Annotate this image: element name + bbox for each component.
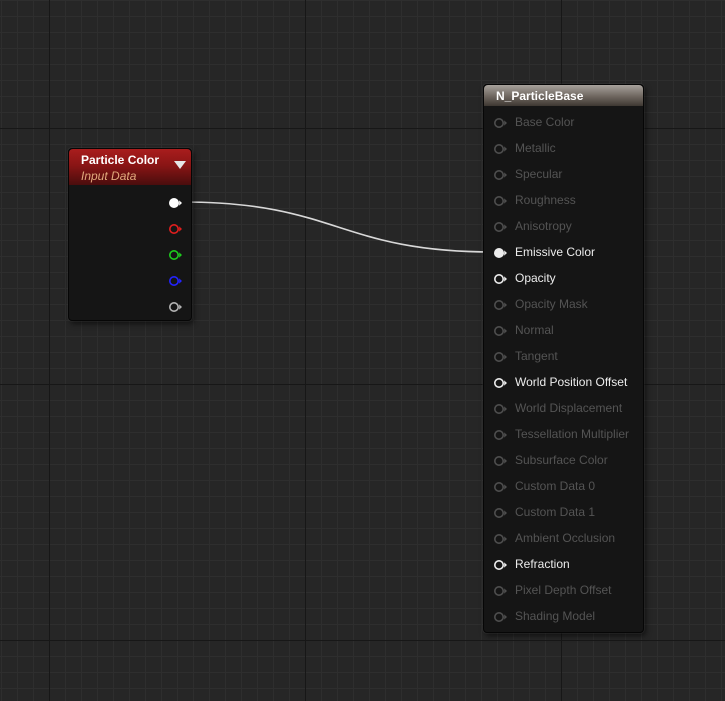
input-pin-custom-data-0[interactable]: Custom Data 0 bbox=[484, 477, 595, 495]
input-pin-shading-model[interactable]: Shading Model bbox=[484, 607, 595, 625]
pin-icon[interactable] bbox=[493, 220, 509, 232]
pin-icon[interactable] bbox=[493, 376, 509, 388]
pin-icon[interactable] bbox=[493, 194, 509, 206]
pin-label: Opacity bbox=[515, 271, 556, 285]
input-pin-specular[interactable]: Specular bbox=[484, 165, 562, 183]
pin-icon[interactable] bbox=[493, 350, 509, 362]
node-title: Particle Color bbox=[81, 153, 160, 167]
input-pin-opacity[interactable]: Opacity bbox=[484, 269, 556, 287]
input-pin-emissive-color[interactable]: Emissive Color bbox=[484, 243, 595, 261]
input-pin-subsurface-color[interactable]: Subsurface Color bbox=[484, 451, 608, 469]
pin-label: Base Color bbox=[515, 115, 575, 129]
pin-label: Tessellation Multiplier bbox=[515, 427, 630, 441]
pin-label: Metallic bbox=[515, 141, 556, 155]
pin-icon[interactable] bbox=[493, 506, 509, 518]
output-pin-a[interactable] bbox=[168, 300, 184, 312]
pin-icon[interactable] bbox=[493, 142, 509, 154]
pin-label: Ambient Occlusion bbox=[515, 531, 616, 545]
pin-label: Anisotropy bbox=[515, 219, 572, 233]
input-pin-custom-data-1[interactable]: Custom Data 1 bbox=[484, 503, 595, 521]
input-pin-base-color[interactable]: Base Color bbox=[484, 113, 574, 131]
pin-icon[interactable] bbox=[493, 584, 509, 596]
wire-path[interactable] bbox=[181, 201, 495, 253]
input-pin-opacity-mask[interactable]: Opacity Mask bbox=[484, 295, 588, 313]
pin-icon[interactable] bbox=[493, 558, 509, 570]
pin-label: World Position Offset bbox=[515, 375, 628, 389]
pin-label: Opacity Mask bbox=[515, 297, 588, 311]
pin-icon[interactable] bbox=[493, 610, 509, 622]
pin-label: World Displacement bbox=[515, 401, 623, 415]
input-pin-metallic[interactable]: Metallic bbox=[484, 139, 556, 157]
pin-label: Roughness bbox=[515, 193, 576, 207]
pin-label: Custom Data 1 bbox=[515, 505, 596, 519]
pin-icon[interactable] bbox=[493, 168, 509, 180]
node-title: N_ParticleBase bbox=[496, 89, 584, 103]
material-node-header[interactable]: N_ParticleBase bbox=[484, 85, 643, 106]
input-pin-pixel-depth-offset[interactable]: Pixel Depth Offset bbox=[484, 581, 612, 599]
pin-label: Pixel Depth Offset bbox=[515, 583, 612, 597]
pin-icon[interactable] bbox=[493, 428, 509, 440]
pin-label: Shading Model bbox=[515, 609, 596, 623]
pin-icon[interactable] bbox=[493, 246, 509, 258]
pin-label: Normal bbox=[515, 323, 554, 337]
pin-label: Tangent bbox=[515, 349, 558, 363]
pin-icon[interactable] bbox=[493, 116, 509, 128]
pin-label: Subsurface Color bbox=[515, 453, 608, 467]
input-pin-normal[interactable]: Normal bbox=[484, 321, 554, 339]
pin-icon[interactable] bbox=[493, 324, 509, 336]
output-pin-r[interactable] bbox=[168, 222, 184, 234]
input-pin-ambient-occlusion[interactable]: Ambient Occlusion bbox=[484, 529, 615, 547]
output-pin-g[interactable] bbox=[168, 248, 184, 260]
input-pin-anisotropy[interactable]: Anisotropy bbox=[484, 217, 572, 235]
input-pin-refraction[interactable]: Refraction bbox=[484, 555, 570, 573]
input-pin-tangent[interactable]: Tangent bbox=[484, 347, 558, 365]
particle-color-node[interactable]: Particle Color Input Data bbox=[68, 148, 192, 321]
pin-icon[interactable] bbox=[493, 298, 509, 310]
pin-label: Refraction bbox=[515, 557, 570, 571]
input-pin-world-displacement[interactable]: World Displacement bbox=[484, 399, 622, 417]
pin-icon[interactable] bbox=[493, 532, 509, 544]
output-pin-b[interactable] bbox=[168, 274, 184, 286]
particle-color-node-header[interactable]: Particle Color Input Data bbox=[69, 149, 191, 185]
node-subtitle: Input Data bbox=[81, 169, 137, 183]
grid-major-line bbox=[49, 0, 50, 701]
output-pin-rgb[interactable] bbox=[168, 196, 184, 208]
pin-icon[interactable] bbox=[493, 402, 509, 414]
collapse-arrow-icon[interactable] bbox=[174, 161, 186, 169]
grid-major-line bbox=[305, 0, 306, 701]
pin-label: Specular bbox=[515, 167, 563, 181]
pin-icon[interactable] bbox=[493, 480, 509, 492]
input-pin-roughness[interactable]: Roughness bbox=[484, 191, 576, 209]
input-pin-world-position-offset[interactable]: World Position Offset bbox=[484, 373, 627, 391]
material-result-node[interactable]: N_ParticleBase Base Color Metallic Specula… bbox=[483, 84, 644, 633]
pin-icon[interactable] bbox=[493, 454, 509, 466]
pin-icon[interactable] bbox=[493, 272, 509, 284]
pin-label: Emissive Color bbox=[515, 245, 596, 259]
grid-major-line bbox=[0, 640, 725, 641]
input-pin-tessellation-multiplier[interactable]: Tessellation Multiplier bbox=[484, 425, 629, 443]
pin-label: Custom Data 0 bbox=[515, 479, 596, 493]
